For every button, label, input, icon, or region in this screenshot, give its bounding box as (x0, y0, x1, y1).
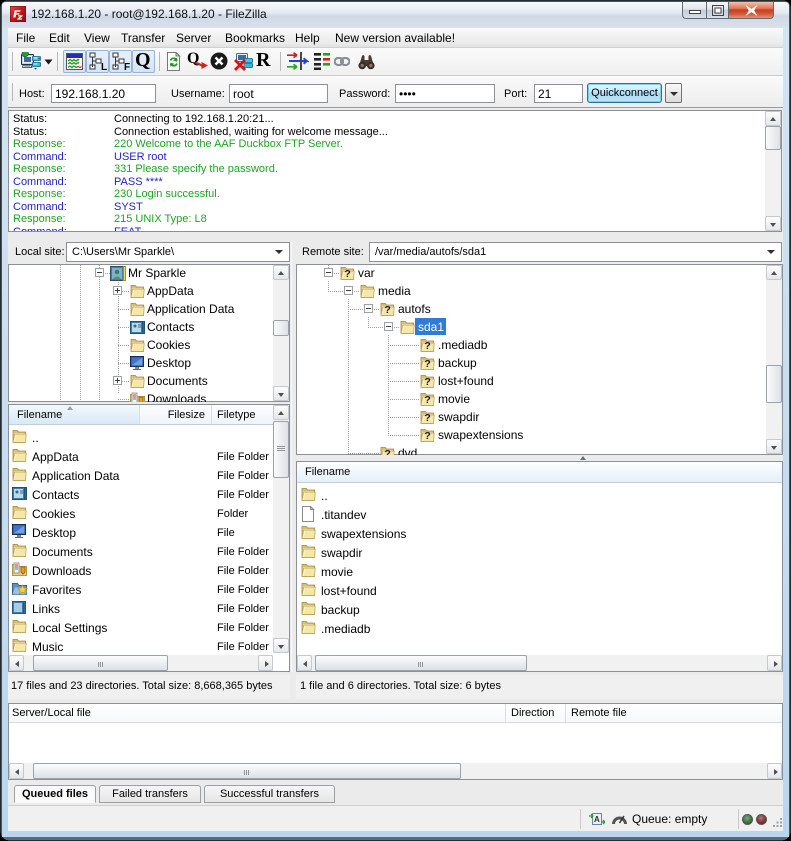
svg-text:?: ? (424, 394, 430, 406)
svg-text:?: ? (384, 304, 390, 316)
svg-text:?: ? (424, 430, 430, 442)
svg-text:?: ? (424, 412, 430, 424)
svg-text:?: ? (424, 376, 430, 388)
svg-text:?: ? (424, 358, 430, 370)
svg-text:?: ? (344, 268, 350, 280)
svg-text:F: F (124, 62, 130, 71)
svg-text:A: A (594, 815, 600, 824)
svg-text:?: ? (424, 340, 430, 352)
svg-text:L: L (101, 62, 107, 71)
